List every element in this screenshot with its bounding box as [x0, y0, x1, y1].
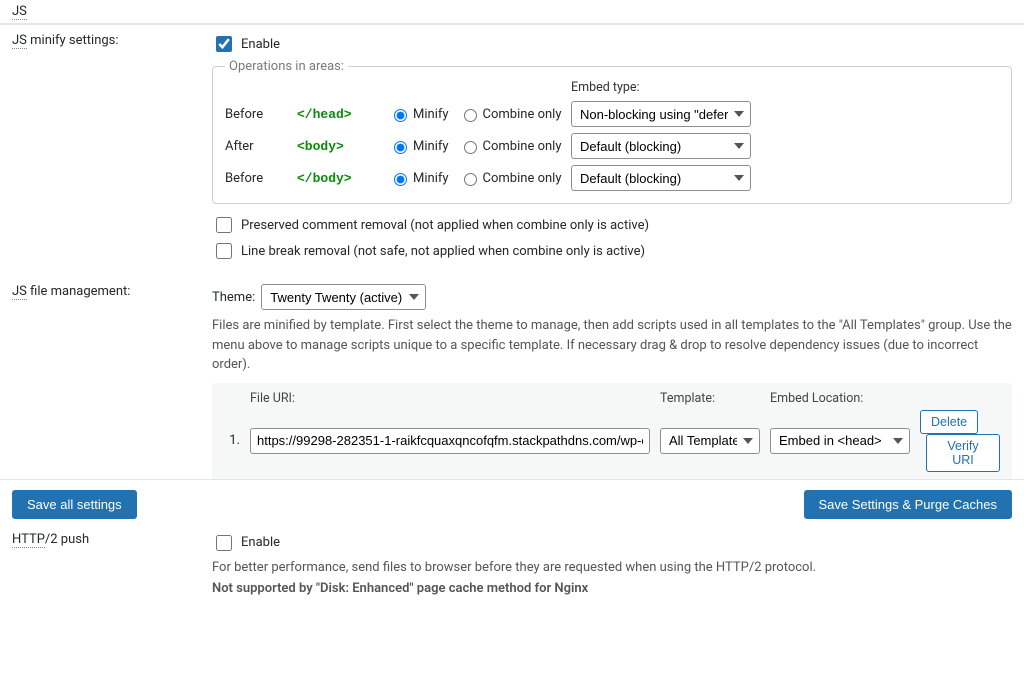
label-preserved-comment: Preserved comment removal (not applied w… [241, 218, 649, 233]
checkbox-minify-enable[interactable] [216, 36, 232, 52]
label-http2-enable: Enable [241, 535, 280, 550]
section-tab-label: JS [12, 4, 27, 20]
checkbox-http2-enable[interactable] [216, 535, 232, 551]
desc-http2-not-supported: Not supported by "Disk: Enhanced" page c… [212, 579, 1012, 599]
button-save-purge[interactable]: Save Settings & Purge Caches [804, 490, 1013, 519]
button-verify-uri[interactable]: Verify URI [926, 434, 1000, 472]
op-tag-1: <body> [297, 139, 377, 154]
label-js-minify: JS minify settings: [12, 33, 212, 48]
label-minify-enable: Enable [241, 37, 280, 52]
radio-combine-1[interactable]: Combine only [459, 138, 562, 154]
row-js-minify: JS minify settings: Enable Operations in… [12, 33, 1012, 266]
checkbox-line-break[interactable] [216, 243, 232, 259]
button-delete-file[interactable]: Delete [920, 410, 978, 434]
op-tag-2: </body> [297, 171, 377, 186]
header-embed-type: Embed type: [571, 80, 751, 95]
select-theme[interactable]: Twenty Twenty (active) [261, 284, 426, 310]
button-save-all[interactable]: Save all settings [12, 490, 137, 519]
col-embed-location: Embed Location: [770, 391, 910, 406]
file-list-block: File URI: Template: Embed Location: 1. A… [212, 383, 1012, 480]
desc-http2: For better performance, send files to br… [212, 558, 1012, 578]
radio-minify-2[interactable]: Minify [389, 170, 449, 186]
legend-operations: Operations in areas: [225, 59, 348, 74]
op-pos-0: Before [225, 107, 285, 122]
col-template: Template: [660, 391, 760, 406]
label-js-file-management: JS file management: [12, 284, 212, 299]
op-pos-1: After [225, 139, 285, 154]
file-row-1: 1. All Templates Embed in <head> Delete … [224, 410, 1000, 472]
label-theme: Theme: [212, 290, 255, 305]
desc-file-management: Files are minified by template. First se… [212, 316, 1012, 375]
input-file-uri[interactable] [250, 428, 650, 454]
fieldset-operations: Operations in areas: Embed type: Before … [212, 59, 1012, 204]
radio-combine-2[interactable]: Combine only [459, 170, 562, 186]
section-tab-js: JS [0, 0, 1024, 24]
radio-minify-1[interactable]: Minify [389, 138, 449, 154]
op-tag-0: </head> [297, 107, 377, 122]
label-line-break: Line break removal (not safe, not applie… [241, 244, 645, 259]
select-file-template[interactable]: All Templates [660, 428, 760, 454]
select-embed-1[interactable]: Default (blocking) [571, 133, 751, 159]
select-file-embed[interactable]: Embed in <head> [770, 428, 910, 454]
bottom-bar: Save all settings Save Settings & Purge … [0, 479, 1024, 529]
radio-combine-0[interactable]: Combine only [459, 106, 562, 122]
op-pos-2: Before [225, 171, 285, 186]
radio-minify-0[interactable]: Minify [389, 106, 449, 122]
label-http2-push: HTTP/2 push [12, 532, 212, 547]
checkbox-preserved-comment[interactable] [216, 217, 232, 233]
select-embed-0[interactable]: Non-blocking using "defer" [571, 101, 751, 127]
row-http2-push: HTTP/2 push Enable For better performanc… [12, 532, 1012, 601]
file-row-num: 1. [224, 433, 240, 448]
col-file-uri: File URI: [250, 391, 650, 406]
select-embed-2[interactable]: Default (blocking) [571, 165, 751, 191]
